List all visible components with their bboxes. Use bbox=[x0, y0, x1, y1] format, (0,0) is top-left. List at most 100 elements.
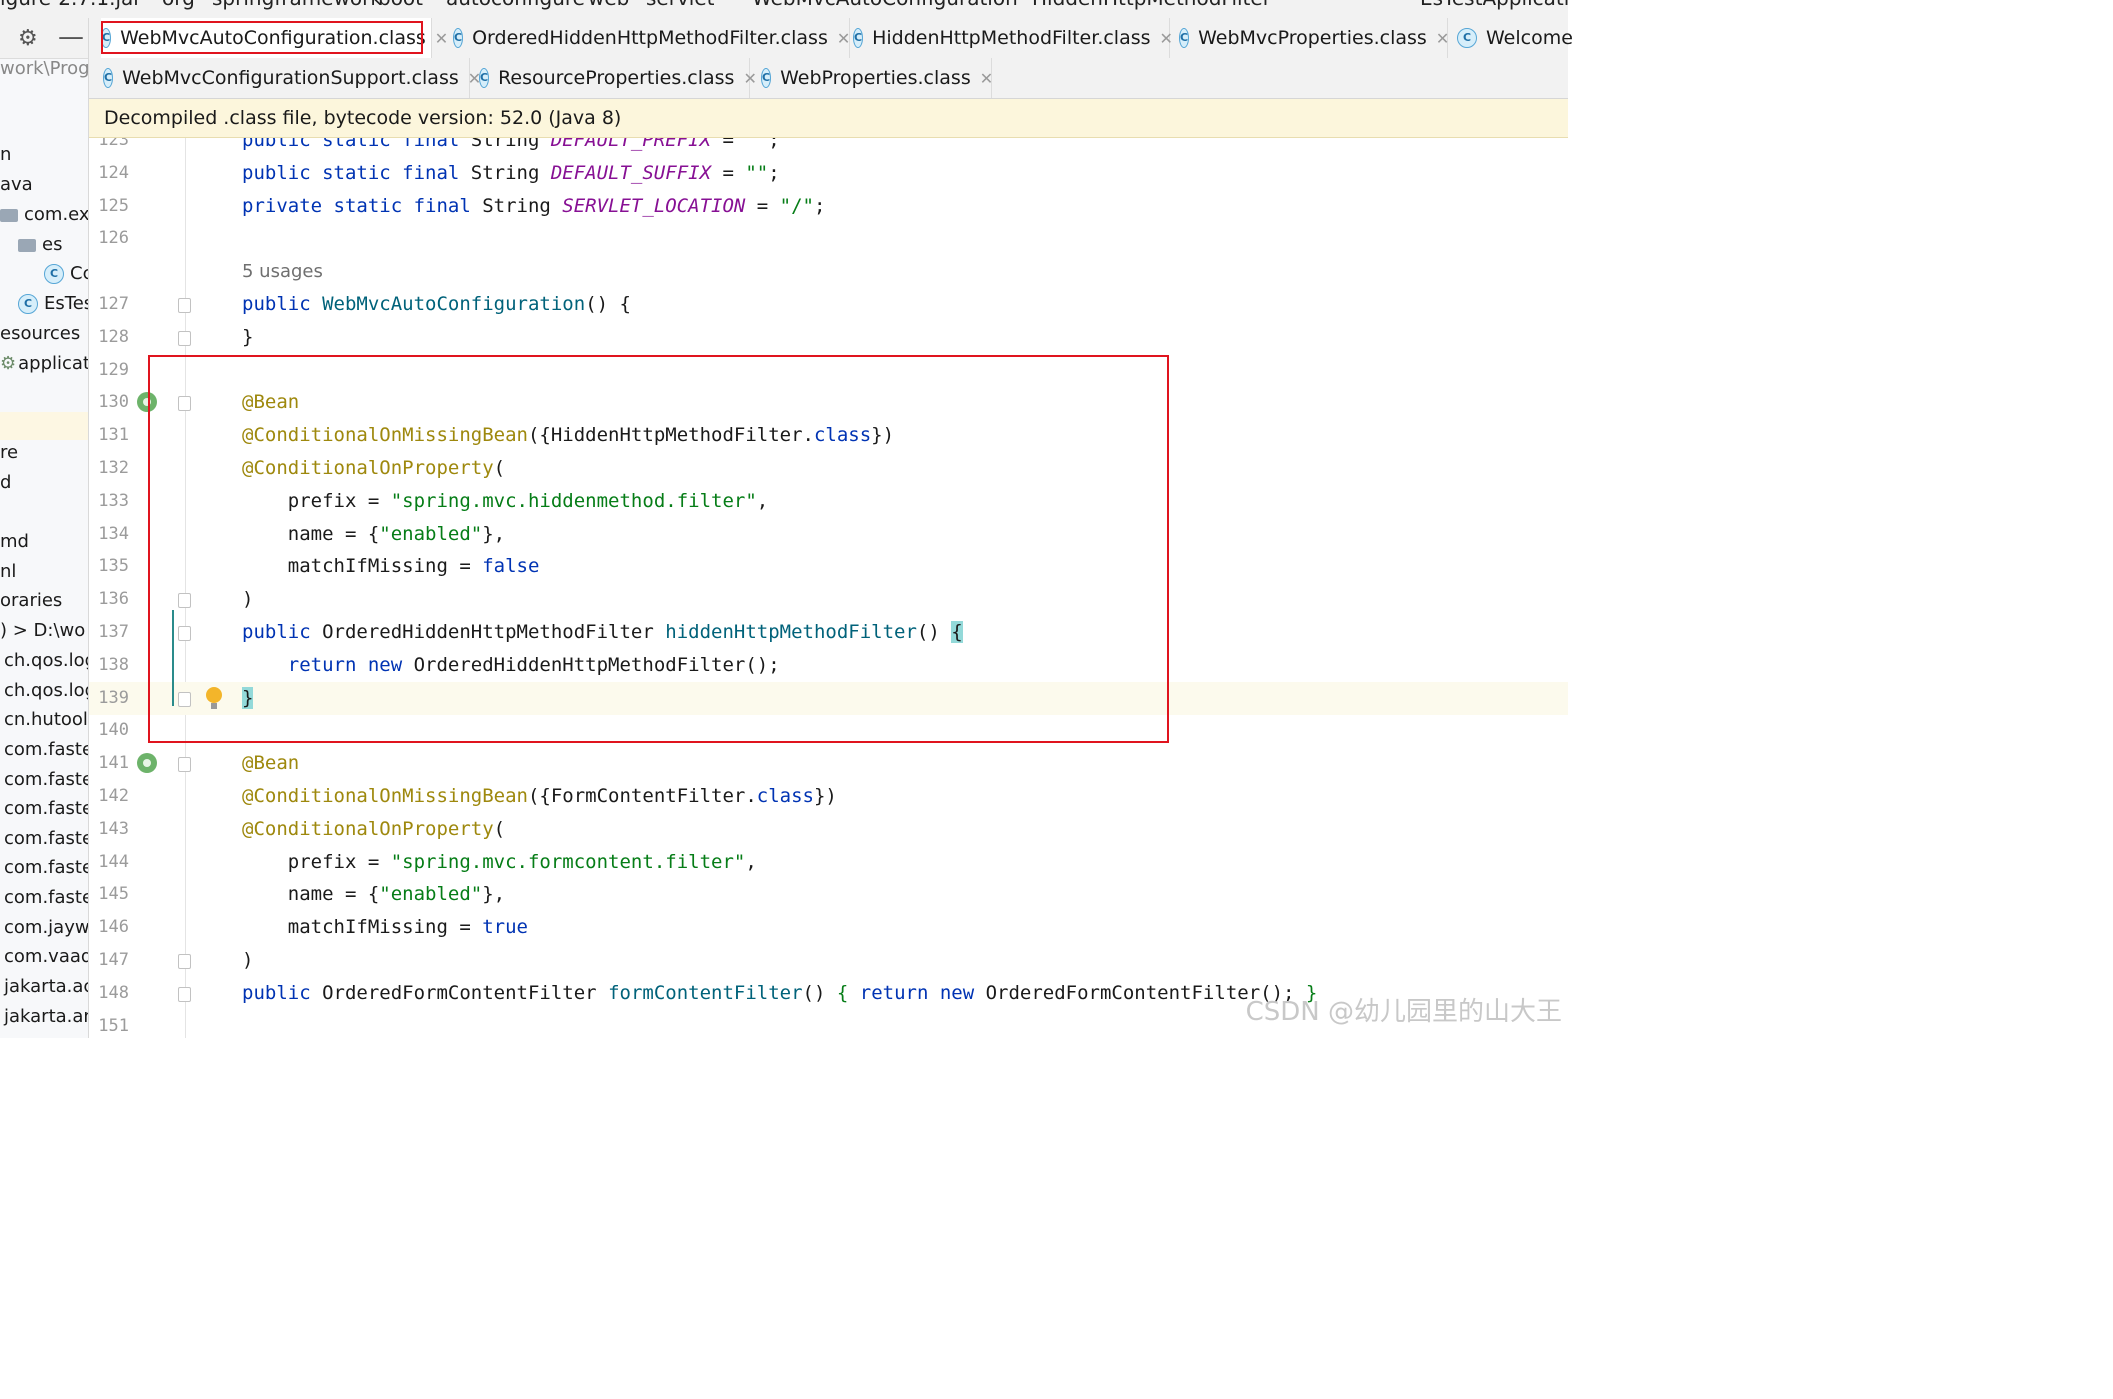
tree-node[interactable]: re bbox=[0, 442, 18, 463]
tree-node[interactable]: C EsTes bbox=[18, 293, 88, 314]
code-line[interactable]: 146 matchIfMissing = true bbox=[89, 911, 1568, 944]
code-line[interactable]: 144 prefix = "spring.mvc.formcontent.fil… bbox=[89, 846, 1568, 879]
tree-node[interactable]: ⚙ applicati bbox=[0, 353, 89, 374]
class-icon: C bbox=[761, 68, 772, 88]
tree-node[interactable]: d bbox=[0, 472, 11, 493]
fold-marker-icon[interactable] bbox=[178, 298, 191, 313]
tree-node[interactable]: ) > D:\wo bbox=[0, 620, 85, 641]
class-icon: C bbox=[453, 28, 464, 48]
tree-node[interactable]: jakarta.act bbox=[4, 976, 88, 997]
tab-resourceproperties[interactable]: C ResourceProperties.class ✕ bbox=[479, 58, 757, 98]
run-config-selector[interactable]: EsTestApplication bbox=[1420, 0, 1568, 10]
breadcrumb-item[interactable]: springframework bbox=[212, 0, 382, 10]
code-line[interactable]: 5 usages bbox=[89, 255, 1568, 288]
close-icon[interactable]: ✕ bbox=[837, 29, 850, 48]
tree-node[interactable]: com.vaadi bbox=[4, 946, 89, 967]
breadcrumb-item[interactable]: servlet bbox=[646, 0, 715, 10]
tree-node[interactable]: work\Prog bbox=[0, 58, 88, 79]
code-line[interactable]: 128} bbox=[89, 321, 1568, 354]
tree-node[interactable]: n bbox=[0, 144, 11, 165]
tree-node[interactable]: com.faster bbox=[4, 887, 88, 908]
code-text: public static final String DEFAULT_SUFFI… bbox=[242, 161, 780, 184]
close-icon[interactable]: ✕ bbox=[1436, 29, 1449, 48]
tab-hiddenhttpmethodfilter[interactable]: C HiddenHttpMethodFilter.class ✕ bbox=[851, 18, 1173, 58]
tree-node-label: jakarta.act bbox=[4, 976, 88, 997]
tree-node-label: applicati bbox=[18, 353, 89, 374]
tree-node[interactable]: com.faster bbox=[4, 857, 88, 878]
tree-node[interactable]: com.exa bbox=[0, 204, 88, 225]
tree-node-label: ch.qos.log bbox=[4, 680, 89, 701]
code-text: @ConditionalOnProperty( bbox=[242, 817, 506, 840]
tab-webmvcproperties[interactable]: C WebMvcProperties.class ✕ bbox=[1179, 18, 1449, 58]
collapse-icon[interactable]: — bbox=[58, 22, 84, 52]
breadcrumb-item[interactable]: igure-2.7.1.jar bbox=[0, 0, 142, 10]
tree-node[interactable]: esources bbox=[0, 323, 80, 344]
close-icon[interactable]: ✕ bbox=[743, 69, 756, 88]
line-number: 133 bbox=[98, 490, 129, 511]
tree-node[interactable]: ch.qos.log bbox=[4, 650, 88, 671]
line-number: 128 bbox=[98, 326, 129, 347]
tab-label: OrderedHiddenHttpMethodFilter.class bbox=[472, 27, 828, 49]
line-number: 134 bbox=[98, 523, 129, 544]
tree-node[interactable]: com.faster bbox=[4, 828, 88, 849]
tree-node[interactable]: ch.qos.log bbox=[4, 680, 89, 701]
tab-webproperties[interactable]: C WebProperties.class ✕ bbox=[761, 58, 993, 98]
code-text: private static final String SERVLET_LOCA… bbox=[242, 194, 826, 217]
fold-marker-icon[interactable] bbox=[178, 330, 191, 346]
tree-node-label: es bbox=[42, 234, 63, 255]
code-line[interactable]: 126 bbox=[89, 222, 1568, 255]
decompiled-banner: Decompiled .class file, bytecode version… bbox=[89, 99, 1568, 138]
fold-marker-icon[interactable] bbox=[178, 757, 191, 773]
code-line[interactable]: 125 private static final String SERVLET_L… bbox=[89, 190, 1568, 223]
tree-node-label: oraries bbox=[0, 590, 63, 611]
tree-node[interactable]: oraries bbox=[0, 590, 62, 611]
tab-orderedhiddenhttpmethodfilter[interactable]: C OrderedHiddenHttpMethodFilter.class ✕ bbox=[441, 18, 850, 58]
line-number: 144 bbox=[98, 851, 129, 872]
banner-text: Decompiled .class file, bytecode version… bbox=[104, 107, 622, 129]
gear-icon[interactable]: ⚙ bbox=[18, 26, 38, 51]
tree-node[interactable]: nl bbox=[0, 561, 16, 582]
line-number: 129 bbox=[98, 359, 129, 380]
tab-webmvcconfigurationsupport[interactable]: C WebMvcConfigurationSupport.class ✕ bbox=[103, 58, 481, 98]
tree-node[interactable]: cn.hutool: bbox=[4, 709, 88, 730]
fold-marker-icon[interactable] bbox=[178, 986, 191, 1002]
breadcrumb-item[interactable]: WebMvcAutoConfiguration bbox=[752, 0, 1018, 10]
fold-marker-icon[interactable] bbox=[178, 954, 191, 969]
tree-node[interactable]: es bbox=[18, 234, 62, 255]
code-line[interactable]: 143 @ConditionalOnProperty( bbox=[89, 813, 1568, 846]
tree-node[interactable]: ava bbox=[0, 174, 33, 195]
tree-node[interactable]: md bbox=[0, 531, 29, 552]
highlight-box-tab bbox=[101, 21, 423, 54]
tree-node-label: com.vaadi bbox=[4, 946, 89, 967]
code-line[interactable]: 123 public static final String DEFAULT_PR… bbox=[89, 138, 1568, 157]
code-line[interactable]: 142 @ConditionalOnMissingBean({FormConten… bbox=[89, 780, 1568, 813]
tree-node-label: com.faster bbox=[4, 828, 88, 849]
close-icon[interactable]: ✕ bbox=[980, 69, 993, 88]
breadcrumb-item[interactable]: boot bbox=[378, 0, 423, 10]
code-line[interactable]: 124 public static final String DEFAULT_SU… bbox=[89, 157, 1568, 190]
breadcrumb-item[interactable]: org bbox=[162, 0, 195, 10]
line-number: 124 bbox=[98, 162, 129, 183]
code-line[interactable]: 127 public WebMvcAutoConfiguration() { bbox=[89, 288, 1568, 321]
tree-node[interactable]: com.faster bbox=[4, 798, 88, 819]
tree-node[interactable]: com.faster bbox=[4, 739, 88, 760]
line-number: 151 bbox=[98, 1015, 129, 1036]
close-icon[interactable]: ✕ bbox=[1160, 29, 1173, 48]
code-line[interactable]: 147) bbox=[89, 944, 1568, 977]
breadcrumb-item[interactable]: web bbox=[588, 0, 629, 10]
tab-welcome[interactable]: C Welcome bbox=[1457, 18, 1597, 58]
tree-node-label: d bbox=[0, 472, 12, 493]
breadcrumb-item[interactable]: HiddenHttpMethodFilter bbox=[1032, 0, 1271, 10]
spring-bean-icon[interactable] bbox=[137, 753, 157, 774]
code-line[interactable]: 145 name = {"enabled"}, bbox=[89, 878, 1568, 911]
code-line[interactable]: 141 @Bean bbox=[89, 747, 1568, 780]
breadcrumb-item[interactable]: autoconfigure bbox=[446, 0, 585, 10]
usages-hint[interactable]: 5 usages bbox=[242, 255, 323, 288]
tree-node-label: com.faster bbox=[4, 857, 88, 878]
tree-node[interactable]: C Cc bbox=[44, 263, 88, 284]
tree-node[interactable]: com.jaywa bbox=[4, 917, 88, 938]
class-icon: C bbox=[18, 294, 38, 314]
tree-node-label: re bbox=[0, 442, 19, 463]
tree-node[interactable]: com.faster bbox=[4, 769, 88, 790]
tree-node[interactable]: jakarta.an bbox=[4, 1006, 88, 1027]
